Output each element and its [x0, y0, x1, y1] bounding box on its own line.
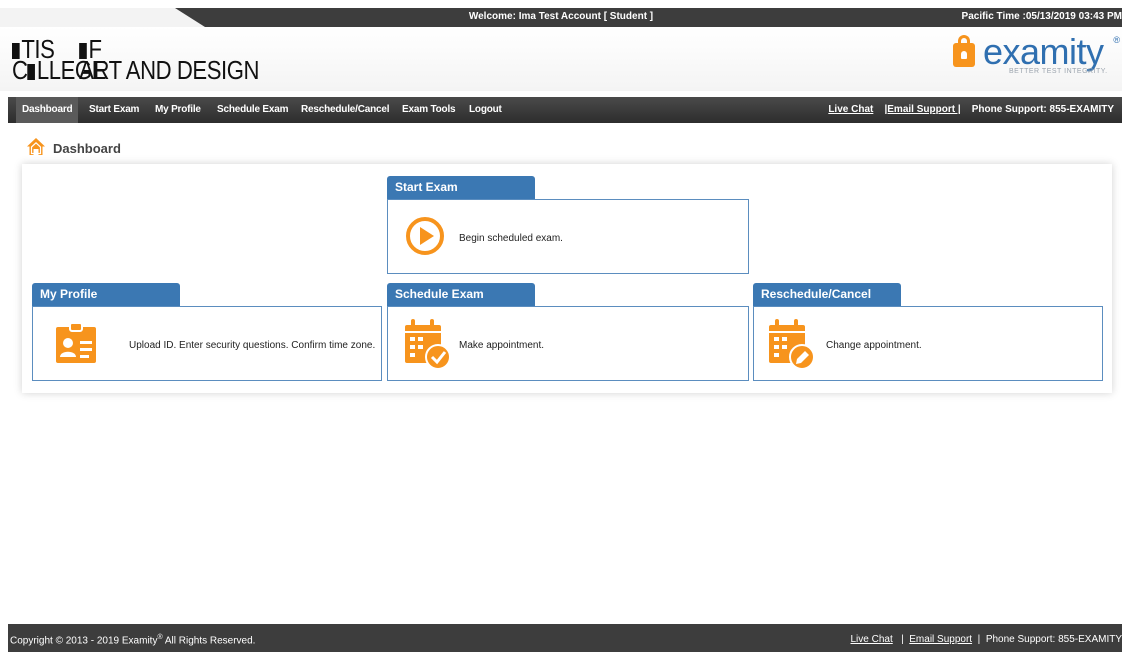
- nav-exam-tools[interactable]: Exam Tools: [396, 97, 461, 123]
- nav-dashboard[interactable]: Dashboard: [16, 97, 79, 123]
- nav-schedule-exam[interactable]: Schedule Exam: [211, 97, 294, 123]
- schedule-exam-card-title: Schedule Exam: [387, 283, 535, 306]
- my-profile-desc: Upload ID. Enter security questions. Con…: [129, 340, 376, 351]
- school-logo[interactable]: TIS F C LLEGE ART AND DESIGN: [12, 35, 262, 83]
- footer-phone-support: Phone Support: 855-EXAMITY: [985, 634, 1122, 645]
- nav-phone-support: Phone Support: 855-EXAMITY: [971, 104, 1114, 115]
- my-profile-card-title: My Profile: [32, 283, 180, 306]
- home-icon: [27, 138, 45, 155]
- school-logo-line2: C LLEGE ART AND DESIGN: [12, 55, 260, 85]
- my-profile-card[interactable]: Upload ID. Enter security questions. Con…: [32, 306, 382, 381]
- copyright: Copyright © 2013 - 2019 Examity® All Rig…: [10, 634, 256, 647]
- footer: Copyright © 2013 - 2019 Examity® All Rig…: [8, 624, 1122, 652]
- header: TIS F C LLEGE ART AND DESIGN examity ® BE…: [0, 27, 1122, 91]
- page-title: Dashboard: [53, 141, 121, 156]
- start-exam-desc: Begin scheduled exam.: [459, 233, 563, 244]
- schedule-exam-card[interactable]: Make appointment.: [387, 306, 749, 381]
- nav-email-support-link[interactable]: |Email Support |: [884, 104, 960, 115]
- nav-start-exam[interactable]: Start Exam: [83, 97, 145, 123]
- main-content: Dashboard Start Exam Begin scheduled exa…: [8, 123, 1122, 623]
- examity-tagline: BETTER TEST INTEGRITY.: [1009, 68, 1108, 75]
- start-exam-card[interactable]: Begin scheduled exam.: [387, 199, 749, 274]
- schedule-exam-desc: Make appointment.: [459, 340, 545, 351]
- reschedule-desc: Change appointment.: [826, 340, 922, 351]
- dashboard-panel: Start Exam Begin scheduled exam. My Prof…: [22, 164, 1112, 393]
- play-icon: [406, 217, 444, 255]
- id-card-icon: [56, 322, 96, 363]
- main-nav: Dashboard Start Exam My Profile Schedule…: [8, 97, 1122, 123]
- lock-icon: [953, 35, 975, 67]
- welcome-text: Welcome: Ima Test Account [ Student ]: [468, 11, 654, 22]
- nav-live-chat-link[interactable]: Live Chat: [828, 104, 873, 115]
- top-welcome-bar: Welcome: Ima Test Account [ Student ] Pa…: [0, 8, 1122, 27]
- examity-logo[interactable]: examity ® BETTER TEST INTEGRITY.: [947, 31, 1120, 81]
- reschedule-card-title: Reschedule/Cancel: [753, 283, 901, 306]
- start-exam-card-title: Start Exam: [387, 176, 535, 199]
- nav-my-profile[interactable]: My Profile: [149, 97, 207, 123]
- calendar-check-icon: [405, 319, 451, 370]
- calendar-edit-icon: [769, 319, 815, 370]
- examity-brand: examity: [983, 31, 1104, 72]
- footer-support: Live Chat | Email Support | Phone Suppor…: [850, 634, 1122, 645]
- nav-support: Live Chat |Email Support | Phone Support…: [828, 97, 1114, 123]
- reschedule-card[interactable]: Change appointment.: [753, 306, 1103, 381]
- nav-reschedule-cancel[interactable]: Reschedule/Cancel: [295, 97, 395, 123]
- nav-logout[interactable]: Logout: [463, 97, 508, 123]
- footer-live-chat-link[interactable]: Live Chat: [851, 634, 893, 645]
- footer-email-support-link[interactable]: Email Support: [909, 634, 972, 645]
- pacific-time: Pacific Time :05/13/2019 03:43 PM: [961, 11, 1122, 22]
